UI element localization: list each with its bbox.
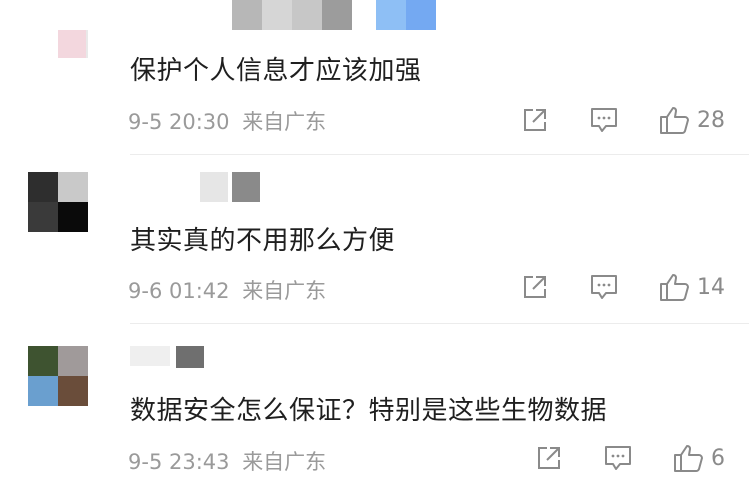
thumbs-up-icon: [660, 274, 689, 301]
thumbs-up-icon: [674, 445, 703, 472]
avatar[interactable]: [28, 172, 88, 232]
comment-icon: [605, 446, 631, 470]
comment-item: 数据安全怎么保证？特别是这些生物数据 9-5 23:43 来自广东 6: [0, 324, 749, 481]
share-button[interactable]: [521, 106, 549, 134]
like-count: 14: [697, 274, 725, 300]
avatar[interactable]: [28, 10, 88, 70]
comment-actions: 14: [481, 269, 725, 305]
comment-location: 来自广东: [242, 279, 327, 303]
avatar[interactable]: [28, 346, 88, 406]
like-button[interactable]: 6: [673, 443, 725, 473]
comment-item: 其实真的不用那么方便 9-6 01:42 来自广东 14: [0, 155, 749, 323]
share-button[interactable]: [535, 444, 563, 472]
comment-icon: [591, 108, 617, 132]
like-count: 6: [711, 445, 725, 471]
reply-button[interactable]: [589, 106, 619, 134]
like-button[interactable]: 14: [659, 272, 725, 302]
like-button[interactable]: 28: [659, 105, 725, 135]
comment-time: 9-5 20:30: [128, 110, 230, 134]
share-icon: [524, 109, 546, 131]
comment-actions: 6: [495, 440, 725, 476]
like-count: 28: [697, 107, 725, 133]
comment-location: 来自广东: [242, 450, 327, 474]
share-icon: [524, 276, 546, 298]
comment-item: 保护个人信息才应该加强 9-5 20:30 来自广东 28: [0, 0, 749, 154]
comment-location: 来自广东: [242, 110, 327, 134]
comment-meta: 9-5 20:30 来自广东: [128, 106, 326, 136]
comment-icon: [591, 275, 617, 299]
reply-button[interactable]: [603, 444, 633, 472]
thumbs-up-icon: [660, 107, 689, 134]
comment-text: 其实真的不用那么方便: [130, 226, 396, 256]
comment-text: 数据安全怎么保证？特别是这些生物数据: [130, 396, 608, 426]
reply-button[interactable]: [589, 273, 619, 301]
comment-actions: 28: [481, 102, 725, 138]
comment-meta: 9-6 01:42 来自广东: [128, 275, 326, 305]
comment-time: 9-6 01:42: [128, 279, 230, 303]
comment-time: 9-5 23:43: [128, 450, 230, 474]
comment-text: 保护个人信息才应该加强: [130, 56, 422, 86]
share-button[interactable]: [521, 273, 549, 301]
share-icon: [538, 447, 560, 469]
comment-meta: 9-5 23:43 来自广东: [128, 446, 326, 476]
